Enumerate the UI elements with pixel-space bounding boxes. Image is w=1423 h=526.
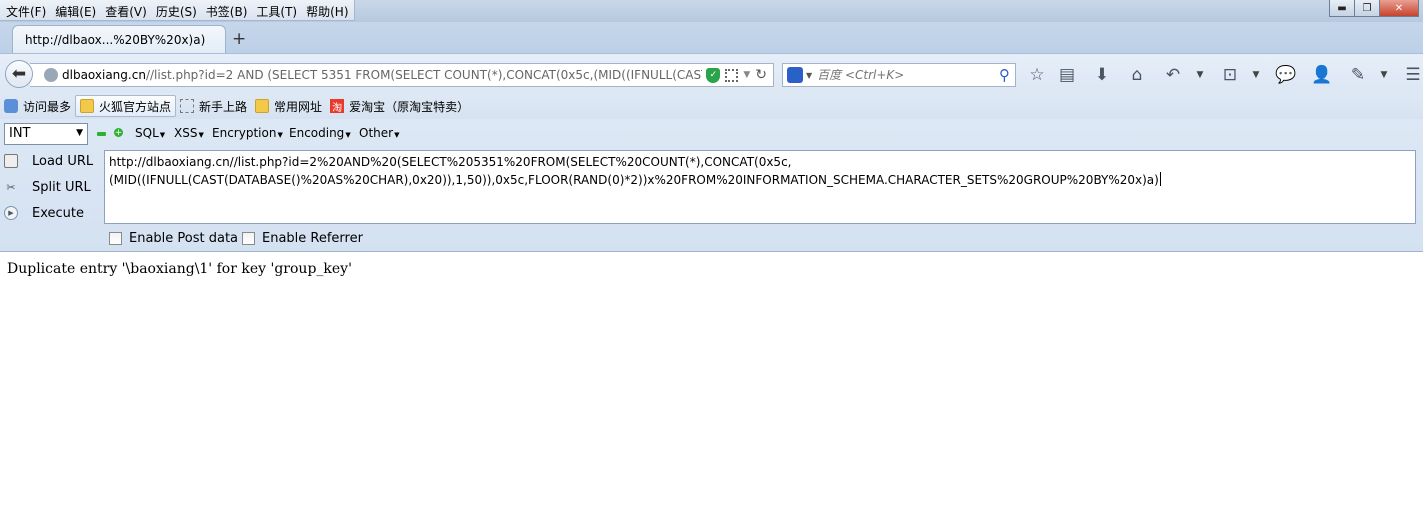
minus-icon[interactable] — [97, 132, 106, 136]
hackbar-url-line1: http://dlbaoxiang.cn//list.php?id=2%20AN… — [109, 155, 792, 169]
menu-tools[interactable]: 工具(T) — [252, 0, 302, 20]
hackbar-type-value: INT — [9, 126, 31, 141]
plus-icon[interactable]: + — [114, 128, 123, 138]
home-icon[interactable]: ⌂ — [1127, 63, 1147, 87]
minimize-button[interactable]: ▬ — [1329, 0, 1355, 17]
chat-icon[interactable]: 💬 — [1275, 63, 1296, 87]
bookmark-label: 爱淘宝（原淘宝特卖） — [349, 99, 470, 114]
title-bar: 文件(F) 编辑(E) 查看(V) 历史(S) 书签(B) 工具(T) 帮助(H… — [0, 0, 1423, 22]
window-controls: ▬ ❐ ✕ — [1329, 0, 1419, 17]
hackbar-panel: INT ▼ + SQL▼ XSS▼ Encryption▼ Encoding▼ … — [0, 119, 1423, 252]
taobao-icon: 淘 — [330, 99, 345, 114]
user-icon[interactable]: 👤 — [1311, 63, 1332, 87]
chevron-down-icon: ▼ — [76, 128, 83, 138]
tab-strip: http://dlbaox...%20BY%20x)a) + — [0, 22, 1423, 53]
menu-bookmarks[interactable]: 书签(B) — [202, 0, 253, 20]
enable-referrer-checkbox[interactable]: Enable Referrer — [242, 231, 363, 246]
tab-current[interactable]: http://dlbaox...%20BY%20x)a) — [12, 25, 226, 53]
bookmarks-bar: 访问最多 火狐官方站点 新手上路 常用网址 淘 爱淘宝（原淘宝特卖） — [0, 93, 1423, 119]
execute-icon: ▶ — [4, 206, 18, 220]
enable-referrer-label: Enable Referrer — [262, 231, 363, 246]
enable-post-checkbox[interactable]: Enable Post data — [109, 231, 238, 246]
undo-dropdown-icon[interactable]: ▼ — [1194, 63, 1206, 87]
checkbox-box[interactable] — [109, 232, 122, 245]
bookmark-most-visited[interactable]: 访问最多 — [0, 95, 75, 117]
checkbox-box[interactable] — [242, 232, 255, 245]
execute-label: Execute — [32, 205, 84, 221]
dropdown-arrow-icon: ▼ — [394, 131, 400, 139]
most-visited-icon — [4, 99, 18, 113]
hackbar-menu-label: SQL — [135, 126, 159, 140]
split-url-button[interactable]: ✂ Split URL — [0, 176, 91, 198]
bookmark-label: 访问最多 — [23, 99, 72, 114]
close-button[interactable]: ✕ — [1379, 0, 1419, 17]
hackbar-menu-label: Encryption — [212, 126, 277, 140]
menu-bar: 文件(F) 编辑(E) 查看(V) 历史(S) 书签(B) 工具(T) 帮助(H… — [0, 0, 355, 21]
bookmark-firefox-official[interactable]: 火狐官方站点 — [75, 95, 177, 117]
hackbar-menu-encoding[interactable]: Encoding▼ — [289, 126, 351, 140]
nav-toolbar: dlbaoxiang.cn//list.php?id=2 AND (SELECT… — [0, 53, 1423, 93]
dropdown-arrow-icon: ▼ — [159, 131, 166, 139]
crop-icon[interactable]: ⊡ — [1220, 63, 1240, 87]
dropdown-arrow-icon: ▼ — [345, 131, 351, 139]
load-url-icon — [4, 154, 18, 168]
bookmark-label: 新手上路 — [199, 99, 248, 114]
hackbar-menu-sql[interactable]: SQL▼ — [135, 126, 165, 140]
hackbar-url-line2: (MID((IFNULL(CAST(DATABASE()%20AS%20CHAR… — [109, 173, 1159, 187]
reading-list-icon[interactable]: ▤ — [1057, 63, 1077, 87]
hackbar-menu-label: Other — [359, 126, 394, 140]
maximize-button[interactable]: ❐ — [1354, 0, 1380, 17]
execute-button[interactable]: ▶ Execute — [0, 202, 84, 224]
menu-view[interactable]: 查看(V) — [101, 0, 152, 20]
load-url-label: Load URL — [32, 153, 94, 169]
text-caret — [1159, 172, 1161, 186]
page-message: Duplicate entry '\baoxiang\1' for key 'g… — [7, 261, 352, 277]
hackbar-url-textarea[interactable]: http://dlbaoxiang.cn//list.php?id=2%20AN… — [104, 150, 1416, 224]
hackbar-menu-encryption[interactable]: Encryption▼ — [212, 126, 283, 140]
bookmark-label: 常用网址 — [274, 99, 323, 114]
dashed-page-icon — [180, 99, 195, 113]
menu-file[interactable]: 文件(F) — [2, 0, 51, 20]
menu-history[interactable]: 历史(S) — [152, 0, 202, 20]
hackbar-menu-other[interactable]: Other▼ — [359, 126, 399, 140]
split-url-label: Split URL — [32, 179, 91, 195]
bookmark-label: 火狐官方站点 — [99, 99, 172, 114]
bookmark-getting-started[interactable]: 新手上路 — [176, 95, 251, 117]
crop-dropdown-icon[interactable]: ▼ — [1250, 63, 1262, 87]
load-url-button[interactable]: Load URL — [0, 150, 93, 172]
hackbar-menu-xss[interactable]: XSS▼ — [174, 126, 204, 140]
split-url-icon: ✂ — [6, 180, 16, 194]
folder-icon — [80, 99, 95, 113]
undo-icon[interactable]: ↶ — [1163, 63, 1183, 87]
bookmark-aitaobao[interactable]: 淘 爱淘宝（原淘宝特卖） — [326, 95, 473, 117]
star-bookmark-icon[interactable]: ☆ — [1027, 63, 1047, 87]
enable-post-label: Enable Post data — [129, 231, 239, 246]
hamburger-menu-icon[interactable]: ☰ — [1405, 63, 1421, 87]
extension-dropdown-icon[interactable]: ▼ — [1378, 63, 1390, 87]
dropdown-arrow-icon: ▼ — [198, 131, 204, 139]
folder-icon — [255, 99, 270, 113]
hackbar-menu-label: Encoding — [289, 126, 345, 140]
hackbar-menu-label: XSS — [174, 126, 198, 140]
hackbar-type-select[interactable]: INT ▼ — [4, 123, 88, 145]
extension-icon[interactable]: ✎ — [1348, 63, 1368, 87]
new-tab-button[interactable]: + — [232, 29, 246, 49]
bookmark-common-sites[interactable]: 常用网址 — [251, 95, 326, 117]
dropdown-arrow-icon: ▼ — [277, 131, 283, 139]
download-icon[interactable]: ⬇ — [1092, 63, 1112, 87]
menu-edit[interactable]: 编辑(E) — [51, 0, 101, 20]
menu-help[interactable]: 帮助(H) — [302, 0, 353, 20]
